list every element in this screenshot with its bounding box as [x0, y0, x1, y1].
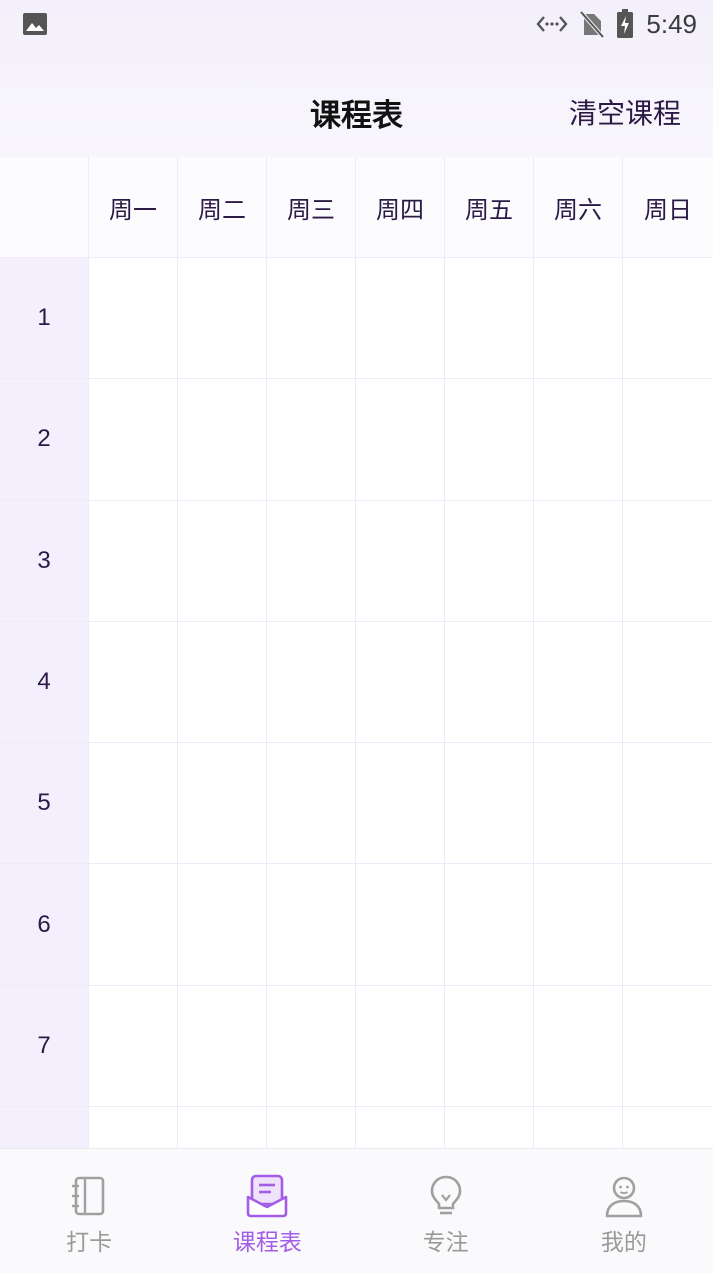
course-slot[interactable]: [178, 985, 267, 1108]
course-slot[interactable]: [89, 864, 178, 986]
weekday-header: 周一: [89, 157, 178, 258]
course-slot[interactable]: [534, 258, 623, 380]
top-area: 5:49 课程表 清空课程: [0, 0, 713, 157]
period-number: 3: [0, 500, 89, 622]
course-slot[interactable]: [534, 379, 623, 501]
weekday-header: 周三: [267, 157, 356, 258]
period-row: 7: [0, 985, 713, 1108]
timetable-screen: 5:49 课程表 清空课程 周一 周二 周三 周四 周五 周六 周日 12345…: [0, 0, 713, 1273]
course-slot[interactable]: [534, 621, 623, 744]
period-row: 6: [0, 864, 713, 986]
course-slot[interactable]: [623, 621, 713, 744]
weekday-header: 周六: [534, 157, 623, 258]
clear-courses-button[interactable]: 清空课程: [569, 92, 681, 132]
period-number: 2: [0, 379, 89, 501]
course-slot[interactable]: [267, 743, 356, 865]
app-header: 课程表 清空课程: [0, 60, 713, 157]
course-slot[interactable]: [267, 621, 356, 744]
course-slot[interactable]: [267, 258, 356, 380]
course-slot[interactable]: [356, 379, 445, 501]
course-slot[interactable]: [89, 985, 178, 1108]
battery-charging-icon: [616, 9, 634, 39]
corner-cell: [0, 157, 89, 258]
weekday-header-row: 周一 周二 周三 周四 周五 周六 周日: [0, 157, 713, 258]
course-slot[interactable]: [445, 985, 534, 1108]
status-bar: 5:49: [0, 0, 713, 50]
notebook-icon: [72, 1176, 105, 1216]
nav-item-focus[interactable]: 专注: [357, 1149, 535, 1273]
bottom-navigation: 打卡 课程表 专注 我的: [0, 1148, 713, 1273]
period-row: 1: [0, 258, 713, 380]
course-slot[interactable]: [623, 985, 713, 1108]
nav-item-timetable[interactable]: 课程表: [178, 1149, 356, 1273]
course-slot[interactable]: [356, 500, 445, 622]
course-slot[interactable]: [534, 743, 623, 865]
data-transfer-icon: [536, 14, 568, 34]
course-slot[interactable]: [267, 864, 356, 986]
nav-label: 我的: [600, 1230, 647, 1256]
course-slot[interactable]: [623, 743, 713, 865]
weekday-header: 周四: [356, 157, 445, 258]
course-slot[interactable]: [534, 500, 623, 622]
course-slot[interactable]: [623, 500, 713, 622]
status-time: 5:49: [646, 8, 697, 39]
weekday-header: 周二: [178, 157, 267, 258]
course-slot[interactable]: [445, 743, 534, 865]
course-slot[interactable]: [356, 864, 445, 986]
period-number: 6: [0, 864, 89, 986]
lightbulb-icon: [430, 1175, 461, 1215]
course-slot[interactable]: [445, 258, 534, 380]
schedule-icon: [247, 1174, 288, 1218]
period-number: 5: [0, 743, 89, 865]
course-slot[interactable]: [178, 864, 267, 986]
weekday-header: 周五: [445, 157, 534, 258]
course-slot[interactable]: [89, 743, 178, 865]
period-row: 3: [0, 500, 713, 622]
course-slot[interactable]: [267, 500, 356, 622]
course-slot[interactable]: [534, 864, 623, 986]
nav-label: 专注: [422, 1230, 469, 1256]
period-row: 4: [0, 621, 713, 744]
nav-item-checkin[interactable]: 打卡: [0, 1149, 178, 1273]
course-slot[interactable]: [356, 743, 445, 865]
course-slot[interactable]: [178, 379, 267, 501]
course-slot[interactable]: [623, 258, 713, 380]
period-row: 5: [0, 743, 713, 865]
course-slot[interactable]: [89, 500, 178, 622]
period-number: 7: [0, 985, 89, 1108]
period-number: 1: [0, 258, 89, 380]
nav-label: 课程表: [232, 1230, 302, 1256]
course-slot[interactable]: [89, 258, 178, 380]
timetable-grid: 周一 周二 周三 周四 周五 周六 周日 1234567: [0, 157, 713, 1229]
image-icon: [23, 13, 47, 35]
course-slot[interactable]: [89, 621, 178, 744]
course-slot[interactable]: [178, 621, 267, 744]
course-slot[interactable]: [89, 379, 178, 501]
weekday-header: 周日: [623, 157, 713, 258]
course-slot[interactable]: [178, 258, 267, 380]
course-slot[interactable]: [267, 379, 356, 501]
course-slot[interactable]: [267, 985, 356, 1108]
no-sim-icon: [580, 10, 605, 38]
course-slot[interactable]: [623, 379, 713, 501]
course-slot[interactable]: [356, 621, 445, 744]
nav-label: 打卡: [66, 1230, 113, 1256]
period-row: 2: [0, 379, 713, 501]
course-slot[interactable]: [445, 621, 534, 744]
course-slot[interactable]: [178, 500, 267, 622]
course-slot[interactable]: [356, 985, 445, 1108]
user-icon: [605, 1176, 643, 1218]
course-slot[interactable]: [534, 985, 623, 1108]
course-slot[interactable]: [178, 743, 267, 865]
nav-item-profile[interactable]: 我的: [535, 1149, 713, 1273]
period-number: 4: [0, 621, 89, 744]
course-slot[interactable]: [623, 864, 713, 986]
course-slot[interactable]: [445, 379, 534, 501]
course-slot[interactable]: [356, 258, 445, 380]
course-slot[interactable]: [445, 864, 534, 986]
course-slot[interactable]: [445, 500, 534, 622]
